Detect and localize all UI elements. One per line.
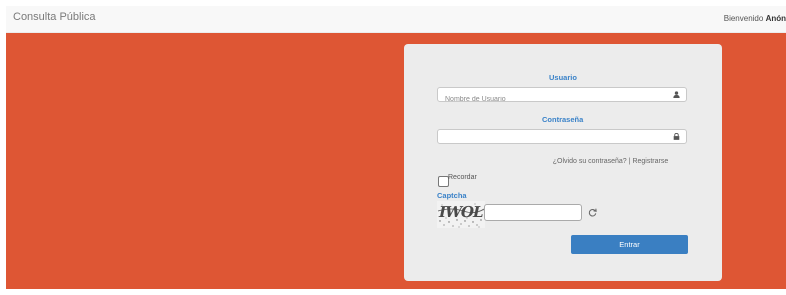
username-field-wrapper: [437, 87, 687, 106]
account-links: ¿Olvido su contraseña? | Registrarse: [404, 158, 722, 165]
password-field-wrapper: [437, 129, 687, 148]
app-title[interactable]: Consulta Pública: [13, 11, 96, 23]
password-input[interactable]: [438, 135, 670, 148]
username-input[interactable]: [438, 93, 670, 106]
lock-icon: [673, 133, 680, 140]
captcha-field-wrapper: [484, 204, 582, 222]
welcome-prefix: Bienvenido: [723, 14, 764, 23]
captcha-input[interactable]: [485, 205, 579, 222]
username-label: Usuario: [549, 73, 577, 82]
links-separator: |: [628, 158, 631, 165]
login-button[interactable]: Entrar: [571, 235, 688, 254]
register-link[interactable]: Registrarse: [632, 158, 668, 165]
remember-label: Recordar: [448, 174, 477, 181]
password-label: Contraseña: [542, 115, 584, 124]
captcha-text: IWOL: [437, 203, 485, 221]
captcha-image: IWOL: [437, 201, 485, 228]
forgot-password-link[interactable]: ¿Olvido su contraseña?: [553, 158, 627, 165]
welcome-user[interactable]: Anón: [766, 14, 786, 23]
captcha-label: Captcha: [437, 191, 467, 200]
top-navbar: Consulta Pública Bienvenido Anón: [6, 6, 786, 33]
user-icon: [673, 91, 680, 98]
welcome-message: Bienvenido Anón: [724, 14, 786, 23]
login-card: Usuario Contraseña ¿Olvido su contraseña…: [404, 44, 722, 281]
refresh-icon[interactable]: [588, 208, 597, 217]
